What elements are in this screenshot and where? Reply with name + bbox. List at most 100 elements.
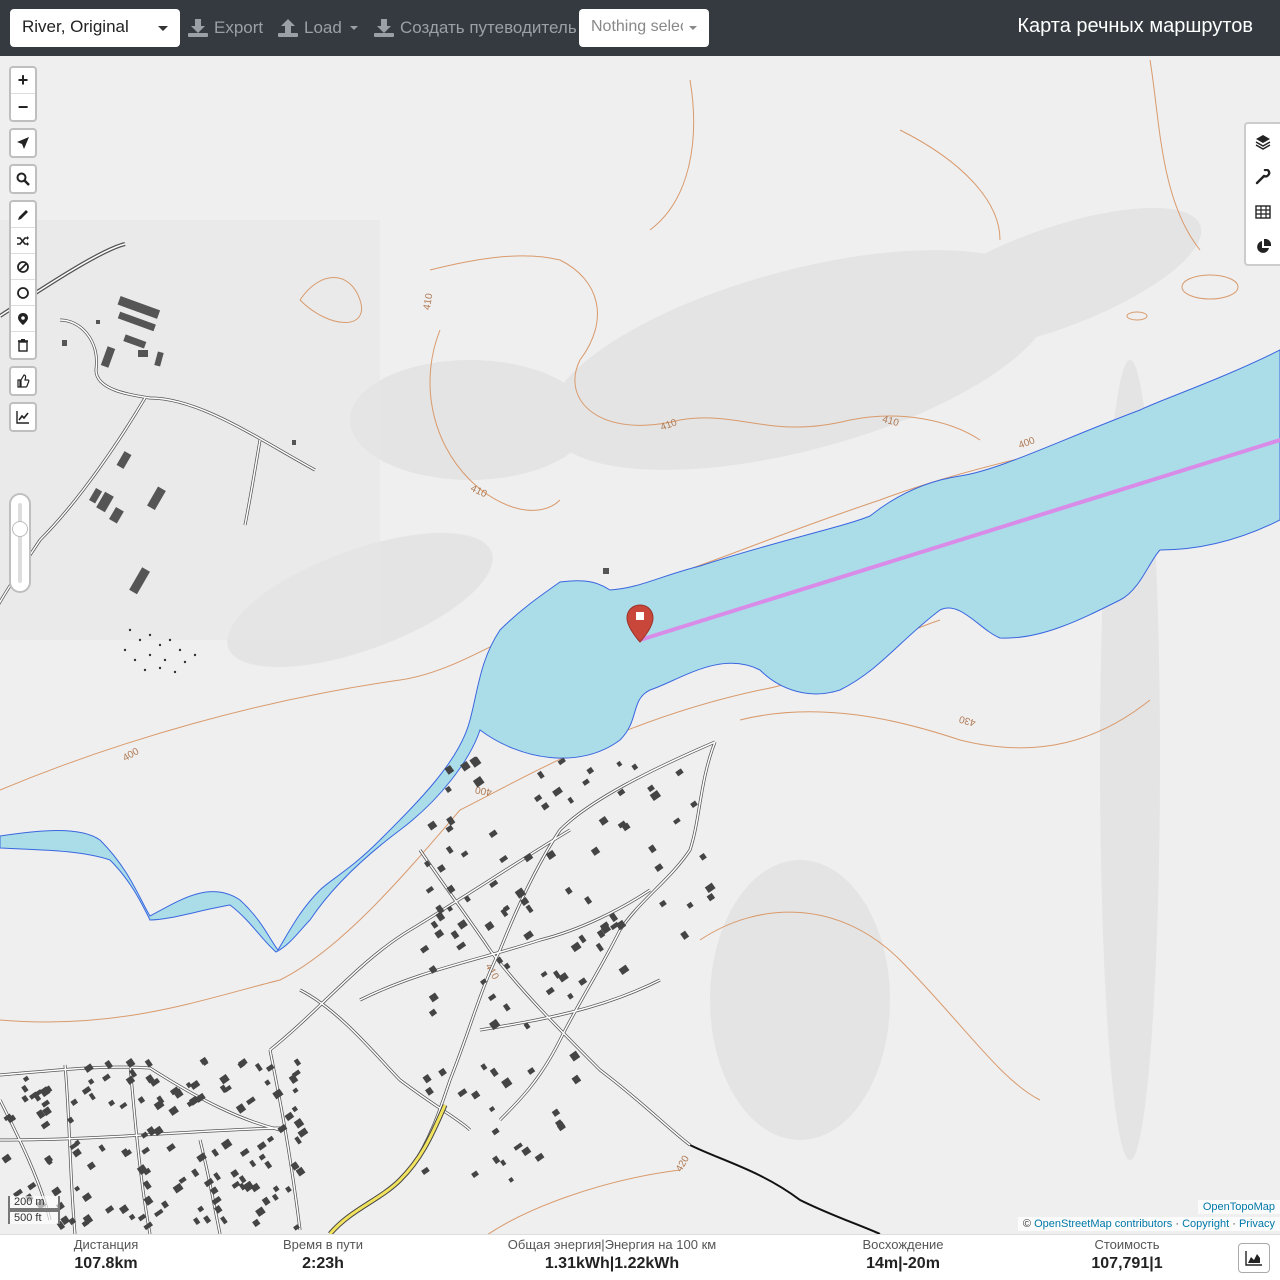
building xyxy=(540,802,550,811)
search-control xyxy=(9,164,37,194)
building xyxy=(513,1142,523,1151)
building xyxy=(220,1138,233,1150)
building xyxy=(168,1105,179,1116)
shuffle-icon xyxy=(17,235,29,246)
ascent-label: Восхождение xyxy=(862,1237,944,1252)
privacy-link[interactable]: Privacy xyxy=(1239,1218,1275,1230)
draw-route-button[interactable] xyxy=(11,202,35,228)
profile-select[interactable]: River, Original xyxy=(10,9,180,47)
building xyxy=(570,941,582,953)
building xyxy=(21,1094,29,1103)
building xyxy=(491,1127,500,1136)
building xyxy=(192,1217,201,1226)
load-button[interactable]: Load xyxy=(278,14,358,42)
osm-contributors-link[interactable]: OpenStreetMap contributors xyxy=(1034,1218,1172,1230)
circle-icon xyxy=(17,286,29,299)
opacity-slider[interactable] xyxy=(9,493,31,593)
stat-ascent: Восхождение 14m|-20m xyxy=(850,1235,956,1273)
building xyxy=(654,863,664,872)
reverse-route-button[interactable] xyxy=(11,228,35,254)
building xyxy=(144,1058,153,1068)
building xyxy=(489,1067,499,1078)
travel-time-value: 2:23 xyxy=(302,1255,335,1272)
no-go-area-button[interactable] xyxy=(11,254,35,280)
building xyxy=(189,1080,201,1090)
export-button[interactable]: Export xyxy=(188,14,263,42)
opentopomap-attribution[interactable]: OpenTopoMap xyxy=(1197,1200,1280,1214)
map-view[interactable]: 410 410 410 410 400 400 400 430 420 410 xyxy=(0,56,1280,1234)
selection-dropdown[interactable]: Nothing selected xyxy=(579,9,709,47)
building xyxy=(540,970,548,978)
building xyxy=(584,896,593,905)
slider-handle[interactable] xyxy=(12,521,28,537)
delete-route-button[interactable] xyxy=(11,332,35,358)
search-button[interactable] xyxy=(11,166,35,192)
building xyxy=(470,756,482,768)
poi-button[interactable] xyxy=(11,306,35,332)
map-marker-icon xyxy=(18,312,28,325)
building xyxy=(480,1063,488,1071)
building xyxy=(294,1136,302,1145)
area-chart-icon xyxy=(1245,1251,1262,1266)
ascent-up-value: 14 xyxy=(866,1255,884,1272)
building xyxy=(578,934,587,944)
building xyxy=(108,1099,116,1107)
building xyxy=(647,784,655,793)
undo-button[interactable] xyxy=(11,368,35,394)
start-marker-icon[interactable] xyxy=(626,604,654,644)
building xyxy=(105,1205,115,1214)
thumbs-up-icon xyxy=(17,374,30,388)
copyright-link[interactable]: Copyright xyxy=(1182,1218,1229,1230)
table-button[interactable] xyxy=(1246,194,1280,229)
building xyxy=(264,1160,273,1170)
building xyxy=(425,1086,434,1096)
ban-icon xyxy=(17,260,29,273)
building xyxy=(422,1073,432,1084)
building xyxy=(649,790,662,801)
wrench-icon xyxy=(1255,168,1271,184)
building xyxy=(460,850,469,858)
building xyxy=(425,886,435,894)
building xyxy=(172,1182,184,1194)
building xyxy=(527,1067,536,1075)
building xyxy=(81,1085,92,1095)
stat-energy: Общая энергия|Энергия на 100 км 1.31kWh|… xyxy=(500,1235,724,1273)
statistics-button[interactable] xyxy=(1246,229,1280,264)
building xyxy=(239,1147,250,1157)
circle-no-go-button[interactable] xyxy=(11,280,35,306)
building xyxy=(74,1185,81,1192)
building xyxy=(249,1159,257,1168)
zoom-in-button[interactable]: + xyxy=(11,68,35,94)
elevation-profile-button[interactable] xyxy=(1238,1243,1270,1273)
building xyxy=(264,1079,271,1086)
building xyxy=(582,778,590,786)
building xyxy=(154,1208,164,1218)
building xyxy=(578,977,588,986)
building xyxy=(213,1172,222,1181)
building xyxy=(567,992,574,1000)
building xyxy=(81,1192,93,1202)
building xyxy=(508,1177,515,1183)
building xyxy=(598,815,609,826)
building xyxy=(675,768,684,777)
elevation-chart-button[interactable] xyxy=(11,404,35,430)
create-guide-button[interactable]: Создать путеводитель xyxy=(374,14,577,42)
map-scale: 200 m 500 ft xyxy=(8,1196,60,1224)
settings-button[interactable] xyxy=(1246,159,1280,194)
building xyxy=(87,1078,95,1085)
building xyxy=(128,1213,136,1221)
zoom-out-button[interactable]: − xyxy=(11,94,35,120)
building xyxy=(545,986,555,996)
building xyxy=(690,800,698,809)
building xyxy=(648,844,657,854)
building xyxy=(51,1186,62,1197)
layers-button[interactable] xyxy=(1246,124,1280,159)
locate-button[interactable] xyxy=(11,130,35,156)
building xyxy=(185,1081,192,1089)
download-icon xyxy=(374,19,394,37)
table-icon xyxy=(1255,204,1271,219)
building xyxy=(83,1063,94,1073)
building xyxy=(457,1088,468,1098)
top-navbar: River, Original Export Load Создать путе… xyxy=(0,0,1280,56)
building xyxy=(706,892,716,902)
